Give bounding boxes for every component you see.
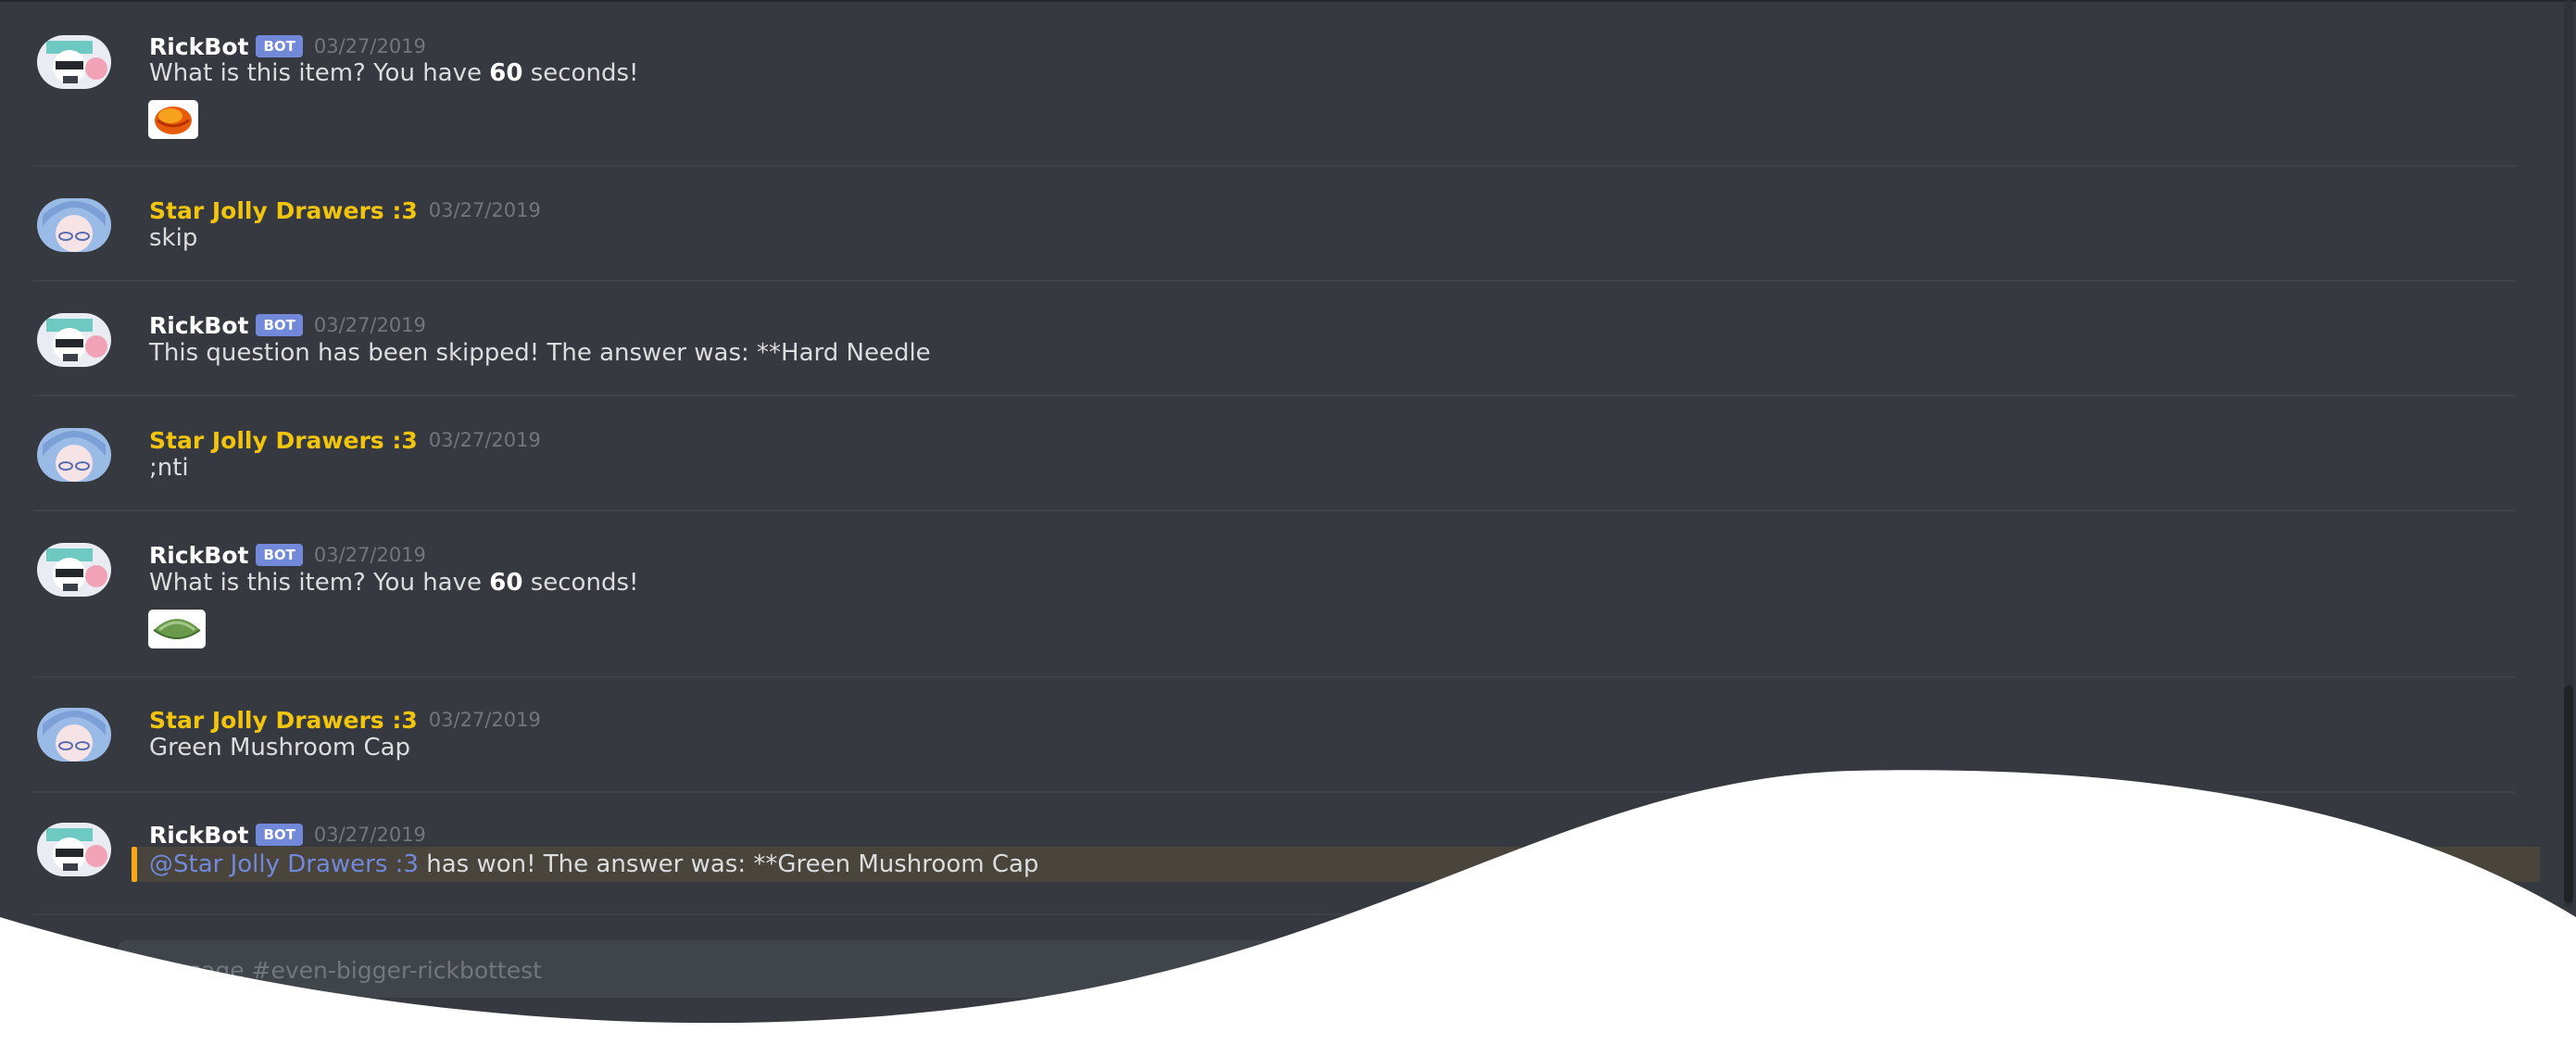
star-jolly-avatar-icon[interactable] (37, 708, 111, 762)
scrollbar-thumb[interactable] (2564, 686, 2573, 903)
author-name[interactable]: RickBot (149, 822, 248, 849)
message-timestamp: 03/27/2019 (313, 314, 426, 336)
message-divider (33, 395, 2516, 397)
message-timestamp: 03/27/2019 (313, 824, 426, 846)
rickbot-avatar-icon[interactable] (37, 543, 111, 597)
message-composer (119, 940, 2545, 1000)
star-jolly-avatar-icon[interactable] (37, 198, 111, 252)
green-mushroom-cap-emoji-icon[interactable] (148, 610, 206, 648)
message-divider (33, 676, 2516, 678)
bot-tag: BOT (256, 314, 303, 336)
rickbot-avatar-icon[interactable] (37, 35, 111, 89)
star-jolly-avatar-icon[interactable] (37, 428, 111, 482)
author-name[interactable]: RickBot (149, 542, 248, 569)
author-name[interactable]: Star Jolly Drawers :3 (149, 197, 418, 224)
message-divider (33, 791, 2516, 793)
author-name[interactable]: RickBot (149, 33, 248, 60)
user-mention[interactable]: @Star Jolly Drawers :3 (149, 850, 419, 878)
message-text: Green Mushroom Cap (149, 734, 411, 762)
top-border (0, 0, 2576, 2)
author-name[interactable]: Star Jolly Drawers :3 (149, 427, 418, 454)
message-divider (33, 510, 2516, 511)
message-divider (33, 913, 2516, 915)
author-name[interactable]: RickBot (149, 312, 248, 339)
orange-item-emoji-icon[interactable] (148, 100, 198, 139)
message-timestamp: 03/27/2019 (313, 35, 426, 57)
message-input[interactable] (141, 940, 2516, 1000)
bot-tag: BOT (256, 824, 303, 846)
rickbot-avatar-icon[interactable] (37, 313, 111, 367)
message-timestamp: 03/27/2019 (428, 709, 541, 731)
message-text: ;nti (149, 454, 189, 482)
message-divider (33, 280, 2516, 282)
chat-panel: RickBot BOT 03/27/2019 What is this item… (0, 0, 2576, 1045)
rickbot-avatar-icon[interactable] (37, 823, 111, 876)
message-text: @Star Jolly Drawers :3 has won! The answ… (149, 850, 1039, 878)
message-timestamp: 03/27/2019 (428, 199, 541, 221)
bot-tag: BOT (256, 35, 303, 57)
mention-bar (132, 847, 137, 882)
message-text: skip (149, 224, 198, 252)
message-timestamp: 03/27/2019 (313, 544, 426, 566)
message-text: What is this item? You have 60 seconds! (149, 569, 639, 597)
message-timestamp: 03/27/2019 (428, 429, 541, 451)
message-text: This question has been skipped! The answ… (149, 339, 931, 367)
author-name[interactable]: Star Jolly Drawers :3 (149, 707, 418, 734)
message-divider (33, 165, 2516, 167)
bot-tag: BOT (256, 544, 303, 566)
message-text: What is this item? You have 60 seconds! (149, 59, 639, 87)
